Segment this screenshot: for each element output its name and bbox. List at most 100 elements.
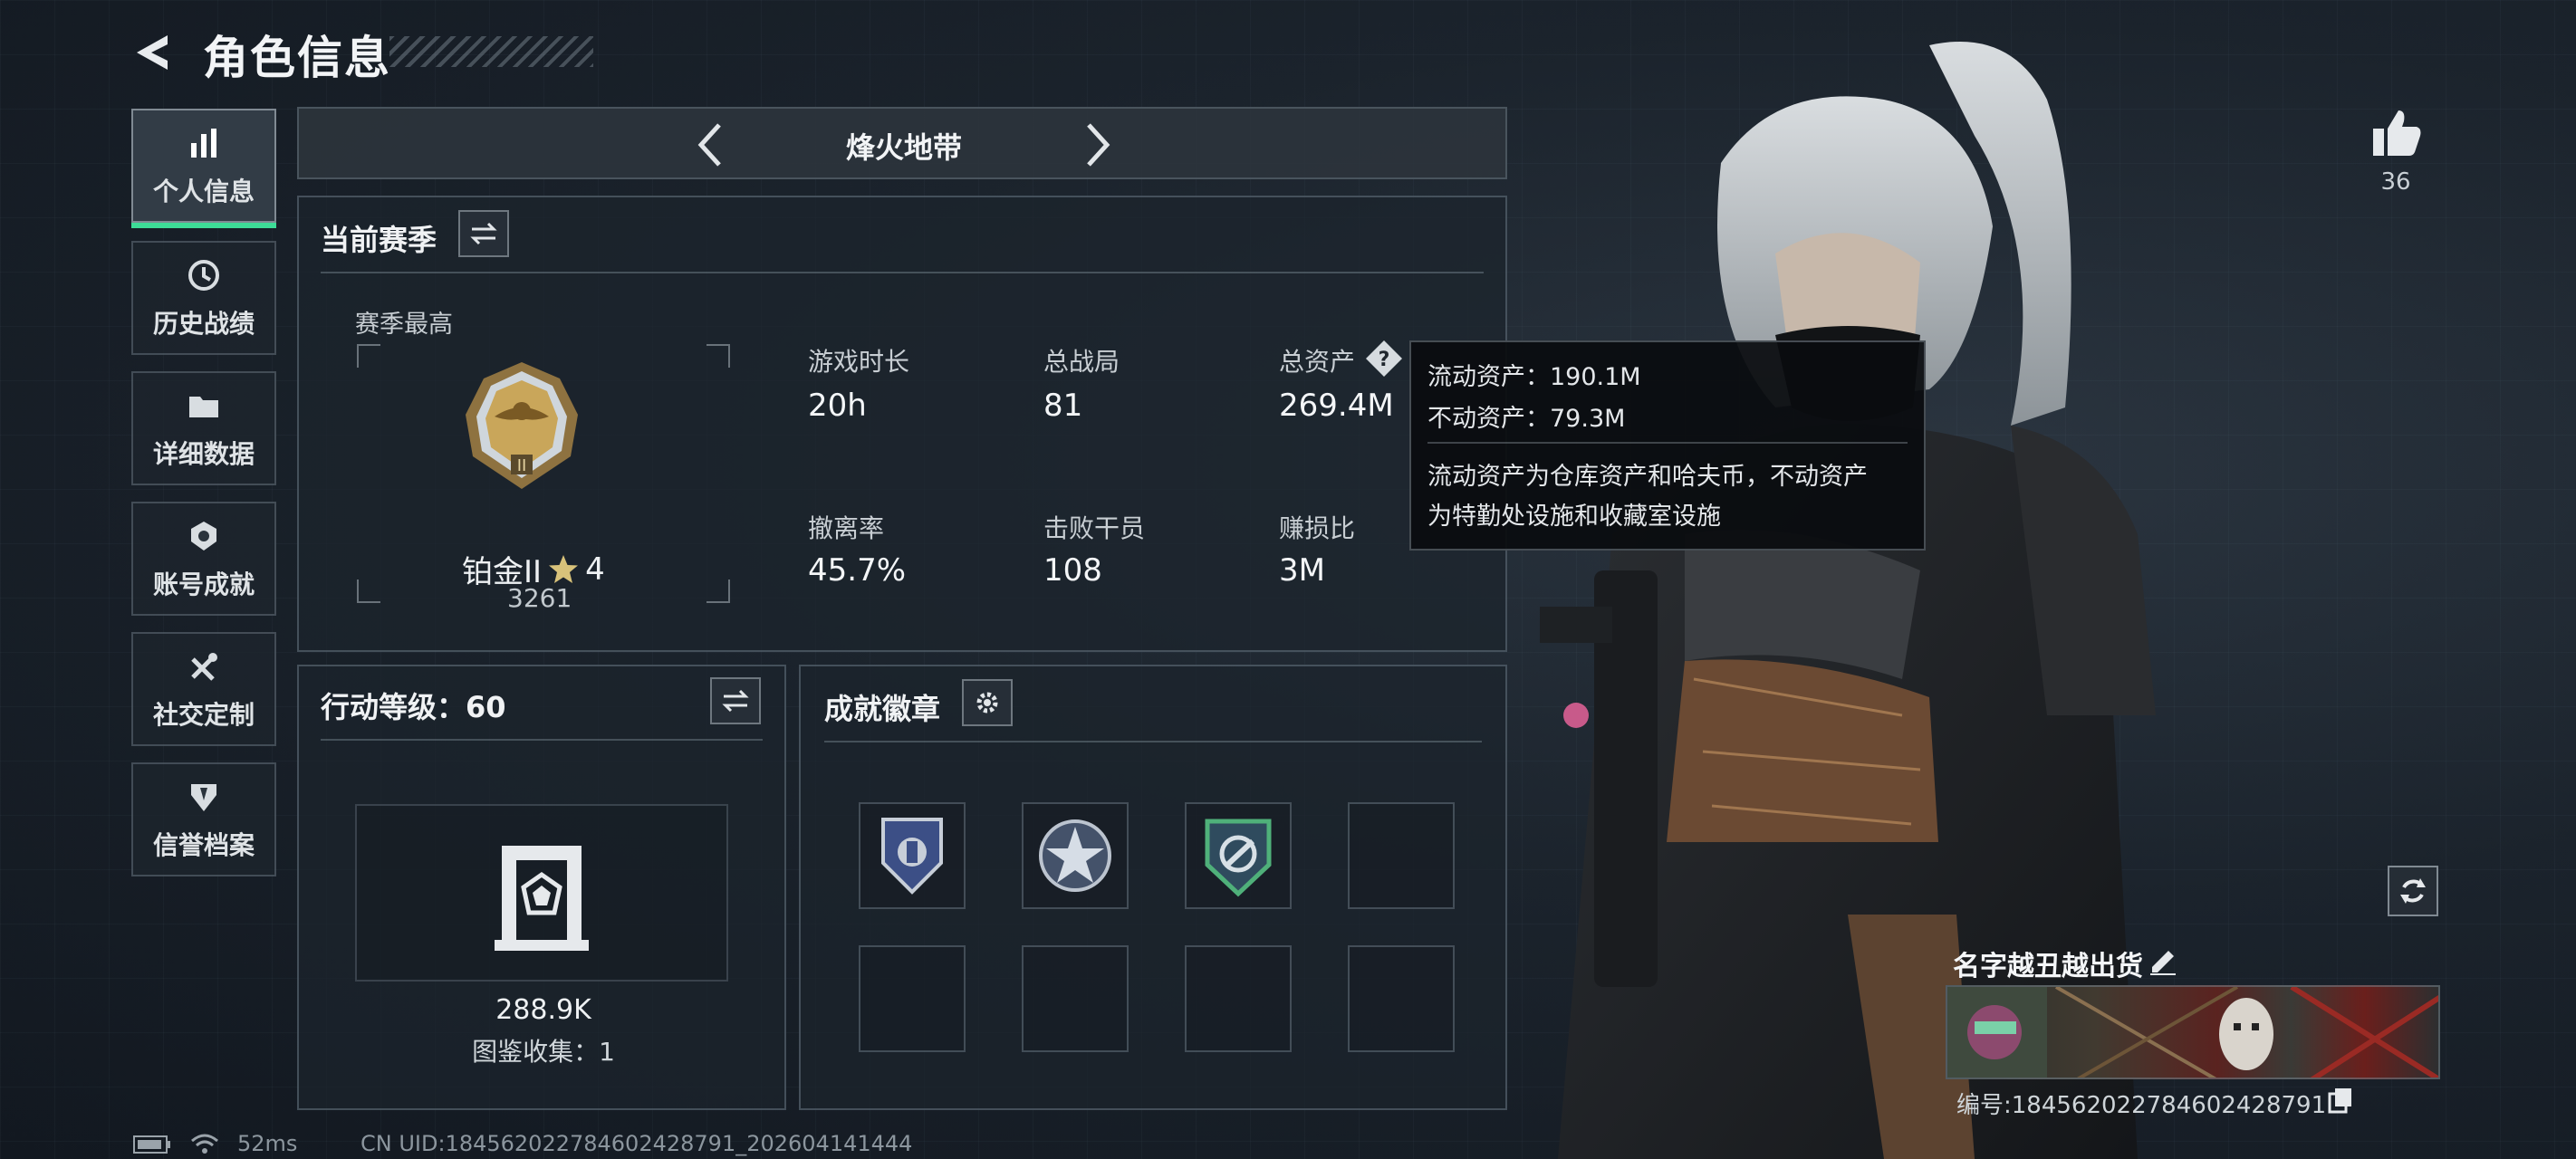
svg-text:II: II [517, 456, 527, 475]
stat-label-operators-defeated: 击败干员 [1043, 513, 1146, 543]
badge-slot-empty[interactable] [1348, 802, 1455, 909]
tooltip-divider [1427, 442, 1908, 444]
credit-shield-icon [184, 777, 224, 817]
nav-item-personal-info[interactable]: 个人信息 [131, 109, 276, 228]
stat-value-operators-defeated: 108 [1043, 552, 1102, 589]
nav-label: 个人信息 [152, 177, 255, 206]
divider [321, 272, 1484, 273]
page-title: 角色信息 [203, 32, 391, 84]
star-emblem-badge-icon [1039, 819, 1111, 892]
green-shield-badge-icon [1205, 819, 1272, 897]
nav-item-social-custom[interactable]: 社交定制 [131, 632, 276, 746]
stat-value-profit-ratio: 3M [1279, 552, 1325, 589]
star-icon [549, 554, 579, 583]
nav-label: 账号成就 [152, 570, 255, 599]
like-button[interactable] [2368, 103, 2426, 161]
stat-label-total-matches: 总战局 [1043, 347, 1120, 377]
frame-corner [706, 580, 730, 603]
divider [824, 741, 1482, 742]
nav-label: 信誉档案 [152, 830, 255, 860]
tools-icon [184, 647, 224, 686]
mode-selector: 烽火地带 [297, 107, 1507, 179]
rank-stars: 4 [585, 551, 605, 588]
like-count: 36 [2380, 168, 2411, 196]
nav-item-credit-record[interactable]: 信誉档案 [131, 762, 276, 876]
achievements-title: 成就徽章 [824, 692, 941, 726]
back-arrow-icon [137, 35, 168, 70]
question-diamond-icon: ? [1366, 340, 1402, 377]
stat-label-playtime: 游戏时长 [808, 347, 910, 377]
action-level-switch-button[interactable] [710, 677, 761, 724]
folder-icon [184, 386, 224, 426]
collection-count: 图鉴收集：1 [472, 1037, 615, 1067]
banner-artwork [1947, 987, 2438, 1078]
next-mode-button[interactable] [1074, 120, 1120, 170]
copy-id-button[interactable] [2326, 1085, 2357, 1116]
assets-help-button[interactable]: ? [1364, 339, 1404, 378]
stat-label-total-assets: 总资产 [1279, 347, 1356, 377]
season-best-label: 赛季最高 [355, 311, 453, 339]
stat-value-extraction-rate: 45.7% [808, 552, 907, 589]
badge-slot-empty[interactable] [859, 945, 966, 1052]
nav-item-account-achievements[interactable]: 账号成就 [131, 502, 276, 616]
police-shield-badge-icon [881, 818, 943, 895]
frame-corner [357, 580, 380, 603]
achievement-icon [184, 516, 224, 556]
collection-pedestal-icon [491, 835, 592, 958]
season-panel: 当前赛季 赛季最高 II 铂金II 4 3261 游戏时长 20h 总战局 81… [297, 196, 1507, 652]
badge-slot[interactable] [1022, 802, 1129, 909]
badge-slot-empty[interactable] [1185, 945, 1292, 1052]
nav-item-detailed-data[interactable]: 详细数据 [131, 371, 276, 485]
tooltip-description-line1: 流动资产为仓库资产和哈夫币，不动资产 [1427, 463, 1868, 491]
action-level-panel: 行动等级：60 288.9K 图鉴收集：1 [297, 665, 786, 1110]
season-switch-button[interactable] [458, 210, 509, 257]
achievements-settings-button[interactable] [962, 679, 1013, 726]
svg-text:?: ? [1379, 349, 1390, 371]
player-banner[interactable] [1946, 985, 2440, 1079]
stat-value-total-matches: 81 [1043, 388, 1083, 424]
rank-score: 3261 [507, 583, 572, 613]
action-level-title: 行动等级：60 [321, 690, 506, 724]
season-title: 当前赛季 [321, 223, 437, 257]
mode-name: 烽火地带 [845, 130, 962, 165]
assets-tooltip: 流动资产：190.1M 不动资产：79.3M 流动资产为仓库资产和哈夫币，不动资… [1409, 340, 1926, 551]
uid-text: CN UID:184562022784602428791_20260414144… [360, 1131, 913, 1156]
refresh-icon [2400, 878, 2426, 904]
nav-label: 详细数据 [152, 439, 255, 469]
ping-text: 52ms [237, 1131, 298, 1156]
tooltip-liquid-assets: 流动资产：190.1M [1427, 363, 1641, 391]
edit-name-button[interactable] [2147, 943, 2183, 980]
chevron-right-icon [1087, 123, 1110, 167]
player-id: 编号:184562022784602428791 [1956, 1092, 2327, 1119]
history-clock-icon [184, 255, 224, 295]
nav-item-history[interactable]: 历史战绩 [131, 241, 276, 355]
gear-icon [976, 692, 998, 714]
battery-icon [132, 1134, 172, 1155]
stat-value-playtime: 20h [808, 388, 867, 424]
nav-label: 历史战绩 [152, 309, 255, 339]
badge-slot-empty[interactable] [1022, 945, 1129, 1052]
pencil-icon [2150, 951, 2176, 975]
badge-slot[interactable] [859, 802, 966, 909]
bar-chart-icon [184, 123, 224, 163]
frame-corner [706, 344, 730, 368]
stat-value-total-assets: 269.4M [1279, 388, 1394, 424]
back-button[interactable] [127, 25, 181, 80]
rank-emblem-icon: II [458, 359, 585, 516]
frame-corner [357, 344, 380, 368]
badge-slot-empty[interactable] [1348, 945, 1455, 1052]
refresh-button[interactable] [2388, 866, 2438, 916]
achievements-panel: 成就徽章 [799, 665, 1507, 1110]
tooltip-fixed-assets: 不动资产：79.3M [1427, 405, 1626, 433]
player-name: 名字越丑越出货 [1953, 951, 2143, 982]
stat-label-profit-ratio: 赚损比 [1279, 513, 1356, 543]
collection-value: 288.9K [495, 994, 591, 1026]
wifi-icon [190, 1132, 219, 1155]
copy-icon [2328, 1088, 2351, 1114]
badge-slot[interactable] [1185, 802, 1292, 909]
swap-icon [470, 222, 497, 245]
stat-label-extraction-rate: 撤离率 [808, 513, 885, 543]
tooltip-description-line2: 为特勤处设施和收藏室设施 [1427, 503, 1721, 531]
title-decoration [389, 36, 593, 67]
nav-label: 社交定制 [152, 700, 255, 730]
